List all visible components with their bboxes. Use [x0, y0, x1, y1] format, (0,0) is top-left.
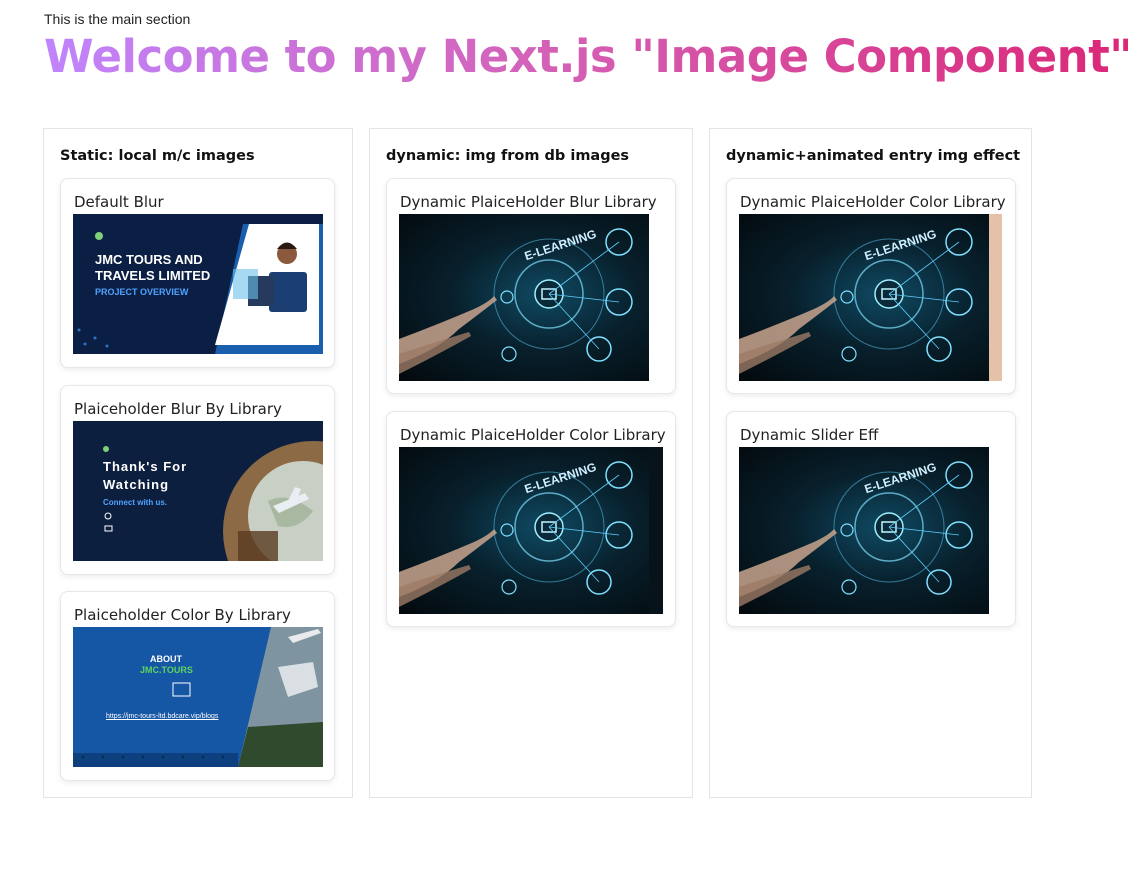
about-image: ABOUT JMC.TOURS https://jmc-tours-ltd.bd… [73, 627, 323, 767]
column-title: dynamic+animated entry img effect [726, 148, 1021, 164]
card-label: Dynamic PlaiceHolder Blur Library [400, 193, 657, 211]
card-label: Plaiceholder Color By Library [74, 606, 291, 624]
tours-overview-image: JMC TOURS AND TRAVELS LIMITED PROJECT OV… [73, 214, 323, 354]
about-line-1: ABOUT [150, 654, 182, 664]
card-label: Dynamic Slider Eff [740, 426, 879, 444]
card-label: Dynamic PlaiceHolder Color Library [400, 426, 666, 444]
elearning-image: E-LEARNING [399, 447, 649, 614]
intro-text: This is the main section [44, 11, 191, 27]
tours-line-2: TRAVELS LIMITED [95, 268, 211, 283]
image-card: Dynamic PlaiceHolder Blur Library E-LEAR… [386, 178, 676, 394]
elearning-image: E-LEARNING [739, 447, 989, 614]
page-title: Welcome to my Next.js "Image Component" [44, 30, 1128, 83]
image-card: Dynamic Slider Eff E-LEARNING [726, 411, 1016, 627]
tours-line-1: JMC TOURS AND [95, 252, 203, 267]
column-static: Static: local m/c images Default Blur JM… [43, 128, 353, 798]
about-line-3: https://jmc-tours-ltd.bdcare.vip/blogs [106, 713, 219, 720]
elearning-art [739, 228, 973, 374]
image-card: Plaiceholder Color By Library ABOUT JMC.… [60, 591, 335, 781]
card-label: Default Blur [74, 193, 164, 211]
column-title: Static: local m/c images [60, 148, 255, 164]
card-label: Plaiceholder Blur By Library [74, 400, 282, 418]
tours-line-3: PROJECT OVERVIEW [95, 287, 189, 297]
elearning-image: E-LEARNING [739, 214, 989, 381]
column-animated: dynamic+animated entry img effect Dynami… [709, 128, 1032, 798]
about-line-2: JMC.TOURS [140, 665, 193, 675]
thanks-line-3: Connect with us. [103, 498, 167, 507]
elearning-image: E-LEARNING [399, 214, 649, 381]
tours-image-art [73, 214, 323, 354]
image-card: Plaiceholder Blur By Library Thank's For… [60, 385, 335, 575]
card-label: Dynamic PlaiceHolder Color Library [740, 193, 1006, 211]
image-card: Dynamic PlaiceHolder Color Library E-LEA… [386, 411, 676, 627]
column-dynamic: dynamic: img from db images Dynamic Plai… [369, 128, 693, 798]
thanks-line-1: Thank's For [103, 459, 188, 474]
thanks-image: Thank's For Watching Connect with us. [73, 421, 323, 561]
image-card: Dynamic PlaiceHolder Color Library E-LEA… [726, 178, 1016, 394]
column-title: dynamic: img from db images [386, 148, 630, 164]
thanks-line-2: Watching [103, 477, 170, 492]
elearning-art [399, 461, 633, 607]
elearning-art [739, 461, 973, 607]
image-card: Default Blur JMC TOURS AND TRAVELS LIMIT… [60, 178, 335, 368]
about-image-art [73, 627, 323, 767]
elearning-art [399, 228, 633, 374]
